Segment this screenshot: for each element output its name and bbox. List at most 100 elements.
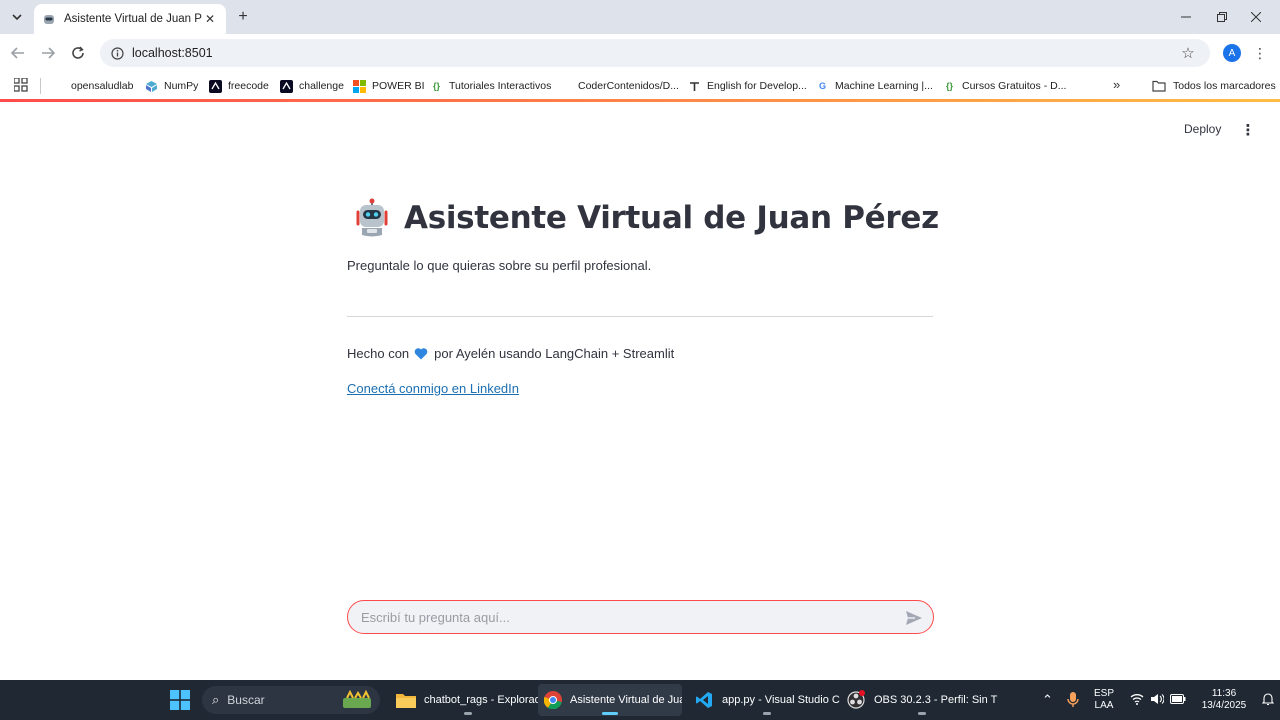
braces-icon: {} — [432, 81, 440, 91]
bookmark-item[interactable]: opensaludlab — [52, 76, 133, 96]
bookmark-item[interactable]: English for Develop... — [688, 76, 807, 96]
browser-tab-active[interactable]: Asistente Virtual de Juan Pérez ✕ — [34, 4, 226, 34]
wifi-icon[interactable] — [1130, 693, 1144, 705]
profile-avatar[interactable]: A — [1223, 44, 1241, 62]
folder-icon — [396, 690, 416, 710]
running-indicator — [917, 712, 926, 715]
close-tab-icon[interactable]: ✕ — [202, 11, 218, 27]
tab-search-button[interactable] — [6, 6, 28, 28]
bookmark-label: English for Develop... — [707, 80, 807, 92]
site-info-icon[interactable] — [110, 46, 124, 60]
battery-icon[interactable] — [1170, 694, 1186, 704]
taskbar-search-label: Buscar — [227, 693, 265, 707]
bookmark-star-icon[interactable]: ☆ — [1180, 45, 1196, 62]
freecodecamp-icon — [209, 79, 222, 93]
browser-menu-icon[interactable]: ⋮ — [1253, 44, 1267, 62]
clock-time: 11:36 — [1211, 688, 1237, 699]
taskbar-app-label: Asistente Virtual de Juan — [570, 694, 682, 706]
reload-button[interactable] — [68, 43, 88, 63]
windows-taskbar: ⌕ Buscar chatbot_rags - Explorad Asisten… — [0, 680, 1280, 720]
clock[interactable]: 11:36 13/4/2025 — [1198, 688, 1250, 712]
bookmark-label: Cursos Gratuitos - D... — [962, 80, 1067, 92]
bookmark-item[interactable]: challenge — [280, 76, 344, 96]
all-bookmarks-button[interactable]: Todos los marcadores — [1152, 76, 1276, 96]
bookmarks-separator — [40, 78, 41, 94]
bookmark-label: CoderContenidos/D... — [578, 80, 679, 92]
close-window-button[interactable] — [1236, 0, 1276, 34]
arrow-left-icon — [11, 47, 24, 59]
tab-title: Asistente Virtual de Juan Pérez — [64, 13, 202, 25]
blue-heart-icon — [414, 348, 428, 360]
language-indicator[interactable]: ESP LAA — [1094, 688, 1114, 712]
microphone-icon[interactable] — [1067, 692, 1079, 708]
running-indicator — [464, 712, 473, 715]
all-bookmarks-label: Todos los marcadores — [1173, 80, 1276, 92]
streamlit-app: Deploy ⋮ Asistente Virtual de Juan Pérez… — [0, 102, 1280, 680]
bookmark-label: freecode — [228, 80, 269, 92]
more-bookmarks-icon[interactable]: » — [1113, 77, 1120, 92]
taskbar-app-chrome[interactable]: Asistente Virtual de Juan — [538, 684, 682, 716]
chrome-icon — [544, 690, 562, 710]
blank-icon — [52, 80, 65, 93]
flag-icon — [688, 80, 701, 93]
taskbar-app-label: app.py - Visual Studio C — [722, 694, 840, 706]
bookmark-item[interactable]: {} Cursos Gratuitos - D... — [943, 76, 1066, 96]
challenge-icon — [280, 79, 293, 93]
running-indicator — [602, 712, 618, 715]
close-icon — [1251, 12, 1261, 22]
taskbar-app-vscode[interactable]: app.py - Visual Studio C — [688, 684, 846, 716]
taskbar-app-obs[interactable]: OBS 30.2.3 - Perfil: Sin T — [840, 684, 1003, 716]
browser-toolbar: localhost:8501 ☆ A ⋮ — [0, 34, 1280, 72]
bookmark-item[interactable]: G Machine Learning |... — [816, 76, 933, 96]
folder-icon — [1152, 80, 1166, 92]
microsoft-icon — [353, 79, 366, 93]
blank-icon — [559, 80, 572, 93]
deploy-button[interactable]: Deploy — [1184, 122, 1221, 136]
bookmarks-bar: opensaludlab NumPy freecode challenge PO… — [0, 72, 1280, 100]
chat-input[interactable] — [361, 609, 901, 625]
send-icon[interactable] — [905, 609, 923, 627]
keyboard-layout: LAA — [1094, 700, 1114, 711]
volume-icon[interactable] — [1150, 693, 1164, 705]
google-icon: G — [818, 81, 826, 91]
search-highlight-icon — [343, 690, 371, 708]
chevron-down-icon — [12, 14, 22, 21]
taskbar-search[interactable]: ⌕ Buscar — [202, 686, 380, 714]
bookmark-item[interactable]: freecode — [209, 76, 269, 96]
page-subtitle: Preguntale lo que quieras sobre su perfi… — [347, 258, 652, 273]
arrow-right-icon — [42, 47, 55, 59]
bookmark-label: POWER BI — [372, 80, 425, 92]
windows-start-icon[interactable] — [170, 690, 190, 710]
bookmark-item[interactable]: NumPy — [145, 76, 198, 96]
chevron-up-icon[interactable]: ⌃ — [1042, 692, 1053, 708]
apps-grid-icon[interactable] — [14, 78, 28, 92]
page-title-row: Asistente Virtual de Juan Pérez — [352, 198, 939, 238]
bookmark-item[interactable]: POWER BI — [353, 76, 425, 96]
notification-bell-icon[interactable] — [1262, 692, 1274, 706]
credits-line: Hecho con por Ayelén usando LangChain + … — [347, 346, 674, 361]
search-icon: ⌕ — [212, 692, 220, 707]
robot-favicon-icon — [42, 12, 56, 26]
new-tab-button[interactable]: + — [234, 8, 252, 26]
address-bar[interactable]: localhost:8501 ☆ — [100, 39, 1210, 67]
bookmark-item[interactable]: CoderContenidos/D... — [559, 76, 679, 96]
obs-icon — [846, 690, 866, 710]
bookmark-label: NumPy — [164, 80, 199, 92]
taskbar-app-explorer[interactable]: chatbot_rags - Explorad — [390, 684, 547, 716]
back-button[interactable] — [8, 43, 28, 63]
minimize-button[interactable] — [1166, 0, 1206, 34]
linkedin-link[interactable]: Conectá conmigo en LinkedIn — [347, 381, 519, 396]
browser-tab-strip: Asistente Virtual de Juan Pérez ✕ + — [0, 0, 1280, 34]
braces-icon: {} — [945, 81, 953, 91]
app-menu-icon[interactable]: ⋮ — [1241, 121, 1256, 139]
forward-button[interactable] — [38, 43, 58, 63]
taskbar-app-label: chatbot_rags - Explorad — [424, 694, 541, 706]
bookmark-label: challenge — [299, 80, 344, 92]
clock-date: 13/4/2025 — [1201, 700, 1247, 711]
divider — [347, 316, 933, 317]
credits-suffix: por Ayelén usando LangChain + Streamlit — [434, 346, 675, 361]
vscode-icon — [694, 690, 714, 710]
bookmark-label: opensaludlab — [71, 80, 134, 92]
bookmark-label: Machine Learning |... — [835, 80, 933, 92]
bookmark-item[interactable]: {} Tutoriales Interactivos — [430, 76, 551, 96]
